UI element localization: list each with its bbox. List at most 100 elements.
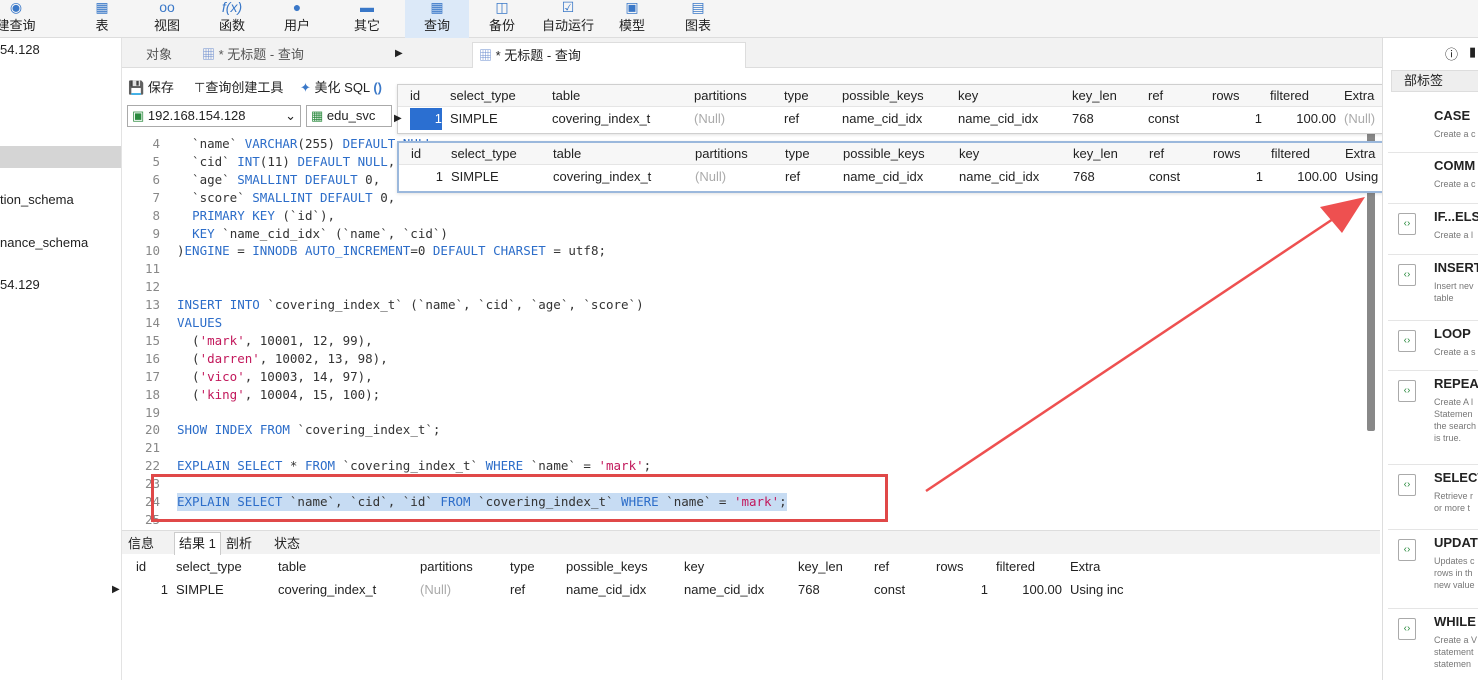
connection-select[interactable]: ▣ 192.168.154.128 ⌄ <box>127 105 301 127</box>
database-item[interactable]: tion_schema <box>0 190 74 210</box>
more-icon[interactable]: ▮ <box>1469 44 1476 60</box>
column-header[interactable]: filtered <box>1270 85 1309 107</box>
tab-objects[interactable]: 对象 <box>146 42 172 68</box>
table-cell[interactable]: Using inc <box>1070 579 1123 601</box>
tab-info[interactable]: 信息 <box>128 534 154 554</box>
save-button[interactable]: 💾 保存 <box>128 77 174 96</box>
table-cell[interactable]: (Null) <box>695 166 726 188</box>
column-header[interactable]: ref <box>874 556 889 578</box>
autorun-button[interactable]: ☑ 自动运行 <box>536 0 600 38</box>
snippet-item[interactable]: ‹› INSERT Insert nev table <box>1388 260 1478 320</box>
connection-item[interactable]: 54.129 <box>0 275 40 295</box>
view-button[interactable]: oo 视图 <box>146 0 188 38</box>
user-button[interactable]: ● 用户 <box>276 0 318 38</box>
table-cell[interactable]: (Null) <box>1344 108 1375 130</box>
column-header[interactable]: Extra <box>1070 556 1100 578</box>
table-cell[interactable]: name_cid_idx <box>566 579 646 601</box>
snippet-item[interactable]: ‹› REPEA Create A l Statemen the search is… <box>1388 376 1478 443</box>
table-cell[interactable]: ref <box>510 579 525 601</box>
table-cell[interactable]: const <box>1148 108 1179 130</box>
table-cell[interactable]: 1 <box>136 579 168 601</box>
table-cell[interactable]: 768 <box>798 579 820 601</box>
model-button[interactable]: ▣ 模型 <box>610 0 654 38</box>
backup-button[interactable]: ◫ 备份 <box>480 0 524 38</box>
column-header[interactable]: table <box>278 556 306 578</box>
column-header[interactable]: rows <box>1212 85 1239 107</box>
beautify-sql-button[interactable]: ✦ 美化 SQL () <box>300 77 382 96</box>
table-cell[interactable]: covering_index_t <box>278 579 376 601</box>
column-header[interactable]: partitions <box>695 143 748 165</box>
table-cell[interactable]: 1 <box>1213 166 1263 188</box>
column-header[interactable]: ref <box>1148 85 1163 107</box>
table-cell[interactable]: name_cid_idx <box>958 108 1038 130</box>
column-header[interactable]: id <box>410 85 420 107</box>
column-header[interactable]: id <box>136 556 146 578</box>
table-cell[interactable]: const <box>1149 166 1180 188</box>
column-header[interactable]: rows <box>936 556 963 578</box>
tab-profile[interactable]: 剖析 <box>226 534 252 554</box>
result-grid[interactable]: id select_type table partitions type possible… <box>112 556 1380 680</box>
connection-item[interactable]: 54.128 <box>0 40 40 60</box>
table-cell[interactable]: name_cid_idx <box>843 166 923 188</box>
table-cell[interactable]: ref <box>785 166 800 188</box>
table-cell[interactable]: 1 <box>1212 108 1262 130</box>
table-cell[interactable]: 1 <box>410 108 442 130</box>
table-cell[interactable]: name_cid_idx <box>959 166 1039 188</box>
column-header[interactable]: possible_keys <box>843 143 925 165</box>
column-header[interactable]: key_len <box>1073 143 1118 165</box>
table-button[interactable]: ▦ 表 <box>82 0 122 38</box>
table-cell[interactable]: covering_index_t <box>552 108 650 130</box>
snippet-item[interactable]: ‹› UPDAT Updates c rows in th new value <box>1388 535 1478 595</box>
table-cell[interactable]: 100.00 <box>996 579 1062 601</box>
table-cell[interactable]: 1 <box>411 166 443 188</box>
info-icon[interactable]: ⓘ <box>1445 44 1458 63</box>
table-cell[interactable]: name_cid_idx <box>842 108 922 130</box>
table-cell[interactable]: ref <box>784 108 799 130</box>
tab-query-1[interactable]: ▦ * 无标题 - 查询 <box>202 42 304 68</box>
other-button[interactable]: ▬ 其它 <box>344 0 390 38</box>
table-cell[interactable]: SIMPLE <box>450 108 498 130</box>
column-header[interactable]: rows <box>1213 143 1240 165</box>
column-header[interactable]: key_len <box>1072 85 1117 107</box>
table-cell[interactable]: 768 <box>1072 108 1094 130</box>
column-header[interactable]: table <box>552 85 580 107</box>
table-cell[interactable]: 1 <box>936 579 988 601</box>
chart-button[interactable]: ▤ 图表 <box>676 0 720 38</box>
column-header[interactable]: filtered <box>1271 143 1310 165</box>
table-cell[interactable]: SIMPLE <box>176 579 224 601</box>
snippet-item[interactable]: ‹› SELECT Retrieve r or more t <box>1388 470 1478 530</box>
table-cell[interactable]: const <box>874 579 905 601</box>
column-header[interactable]: ref <box>1149 143 1164 165</box>
selected-tree-row[interactable] <box>0 146 121 168</box>
table-cell[interactable]: 100.00 <box>1271 166 1337 188</box>
column-header[interactable]: type <box>510 556 535 578</box>
database-select[interactable]: ▦ edu_svc <box>306 105 392 127</box>
column-header[interactable]: key <box>684 556 704 578</box>
query-button[interactable]: ▦ 查询 <box>405 0 469 38</box>
tab-result-1[interactable]: 结果 1 <box>174 532 221 555</box>
table-cell[interactable]: (Null) <box>694 108 725 130</box>
column-header[interactable]: type <box>785 143 810 165</box>
column-header[interactable]: Extra <box>1345 143 1375 165</box>
table-cell[interactable]: (Null) <box>420 579 451 601</box>
tab-query-2[interactable]: ▦ * 无标题 - 查询 <box>472 42 746 68</box>
column-header[interactable]: possible_keys <box>842 85 924 107</box>
column-header[interactable]: possible_keys <box>566 556 648 578</box>
snippet-item[interactable]: ‹› WHILE Create a V statement statemen <box>1388 614 1478 674</box>
column-header[interactable]: partitions <box>420 556 473 578</box>
column-header[interactable]: filtered <box>996 556 1035 578</box>
database-item[interactable]: nance_schema <box>0 233 88 253</box>
snippet-tab[interactable]: 部标签 <box>1391 70 1478 92</box>
tab-status[interactable]: 状态 <box>274 534 300 554</box>
column-header[interactable]: key_len <box>798 556 843 578</box>
table-cell[interactable]: 768 <box>1073 166 1095 188</box>
column-header[interactable]: id <box>411 143 421 165</box>
column-header[interactable]: key <box>958 85 978 107</box>
column-header[interactable]: type <box>784 85 809 107</box>
table-cell[interactable]: SIMPLE <box>451 166 499 188</box>
column-header[interactable]: Extra <box>1344 85 1374 107</box>
column-header[interactable]: select_type <box>450 85 516 107</box>
query-builder-button[interactable]: ⊤查询创建工具 <box>194 77 283 96</box>
table-cell[interactable]: 100.00 <box>1270 108 1336 130</box>
column-header[interactable]: key <box>959 143 979 165</box>
